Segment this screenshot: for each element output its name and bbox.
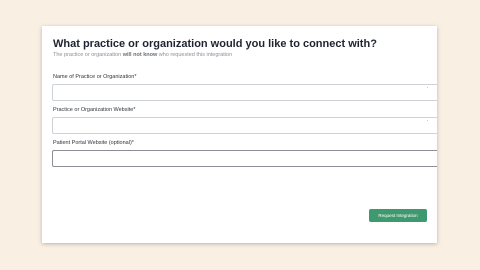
practice-name-label: Name of Practice or Organization* xyxy=(53,74,137,80)
modal-title: What practice or organization would you … xyxy=(53,38,377,50)
practice-website-label: Practice or Organization Website* xyxy=(53,107,136,113)
subtitle-text-end: who requested this integration xyxy=(157,52,233,58)
subtitle-emphasis: will not know xyxy=(122,52,158,58)
request-integration-button[interactable]: Request Integration xyxy=(369,209,427,222)
practice-website-input[interactable] xyxy=(52,117,437,134)
patient-portal-label: Patient Portal Website (optional)* xyxy=(53,140,134,146)
request-integration-modal: What practice or organization would you … xyxy=(42,26,437,243)
field-edge-marker xyxy=(427,87,428,88)
field-edge-marker xyxy=(427,120,428,121)
practice-name-input[interactable] xyxy=(52,84,437,101)
modal-subtitle: The practice or organization will not kn… xyxy=(53,52,232,58)
patient-portal-input[interactable] xyxy=(52,150,437,167)
subtitle-text-start: The practice or organization xyxy=(53,52,123,58)
